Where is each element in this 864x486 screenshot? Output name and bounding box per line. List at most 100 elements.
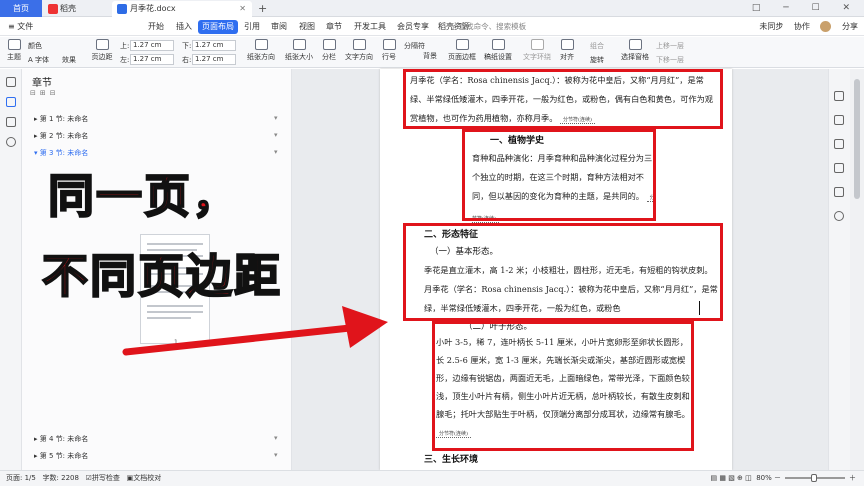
menu-file[interactable]: ≡ 文件	[4, 20, 37, 34]
highlight-box-section-3b	[432, 321, 694, 451]
command-search[interactable]: ⌕ 查找命令、搜索模板	[452, 21, 562, 33]
bookmark-icon[interactable]	[6, 117, 16, 127]
page-margin-button[interactable]: 页边距	[90, 39, 114, 62]
section-label: 第 4 节: 未命名	[39, 435, 89, 443]
chevron-down-icon[interactable]: ▾	[274, 114, 278, 122]
window-controls[interactable]: □ ─ ☐ ✕	[752, 0, 860, 17]
section-item-1[interactable]: ▸ 第 1 节: 未命名 ▾	[34, 114, 278, 124]
close-tab-icon[interactable]: ✕	[239, 1, 246, 16]
columns-button[interactable]: 分栏	[318, 39, 340, 62]
line-numbers-label: 行号	[382, 53, 396, 61]
text-direction-button[interactable]: 文字方向	[342, 39, 376, 62]
text-wrap-icon	[530, 39, 544, 50]
colors-button[interactable]: 颜色	[28, 41, 42, 51]
heading-habitat[interactable]: 三、生长环境	[424, 452, 478, 465]
location-icon[interactable]	[834, 211, 844, 221]
section-item-5[interactable]: ▸ 第 5 节: 未命名 ▾	[34, 451, 278, 461]
zoom-slider-handle[interactable]	[811, 474, 817, 482]
section-item-4[interactable]: ▸ 第 4 节: 未命名 ▾	[34, 434, 278, 444]
zoom-out-icon[interactable]: －	[774, 474, 781, 482]
right-tool-strip	[828, 69, 850, 470]
menu-review[interactable]: 审阅	[267, 20, 291, 34]
fonts-button[interactable]: A 字体	[28, 55, 49, 65]
draft-settings-label: 稿纸设置	[484, 53, 512, 61]
background-button[interactable]: 背景	[420, 51, 440, 61]
left-tool-strip	[0, 69, 22, 470]
page-indicator[interactable]: 页面: 1/5	[6, 474, 36, 482]
spell-check-toggle[interactable]: 拼写检查	[92, 474, 120, 482]
select-icon[interactable]	[834, 115, 844, 125]
menu-member[interactable]: 会员专享	[393, 20, 433, 34]
share-icon[interactable]	[834, 163, 844, 173]
collaborate-button[interactable]: 协作	[794, 22, 810, 31]
margin-top-input[interactable]: 1.27 cm	[130, 40, 174, 51]
menu-page-layout[interactable]: 页面布局	[198, 20, 238, 34]
theme-button[interactable]: 主题	[6, 39, 22, 62]
section-item-3[interactable]: ▾ 第 3 节: 未命名 ▾	[34, 148, 278, 158]
chevron-down-icon[interactable]: ▾	[274, 451, 278, 459]
select-pane-button[interactable]: 选择窗格	[618, 39, 652, 62]
draft-settings-icon	[491, 39, 505, 50]
paper-size-label: 纸张大小	[285, 53, 313, 61]
view-mode-icons[interactable]: ▤ ▦ ▧ ⊕ ◫	[711, 474, 752, 482]
zoom-level[interactable]: 80%	[756, 474, 772, 482]
outline-icon[interactable]	[6, 77, 16, 87]
margin-left-label: 左:	[120, 56, 130, 64]
tab-daoke[interactable]: 稻壳	[44, 1, 108, 17]
line-numbers-button[interactable]: 行号	[378, 39, 400, 62]
vertical-scrollbar[interactable]	[850, 69, 864, 470]
zoom-slider[interactable]	[785, 474, 845, 482]
page-border-button[interactable]: 页面边框	[446, 39, 478, 62]
sections-icon[interactable]	[6, 97, 16, 107]
menu-view[interactable]: 视图	[295, 20, 319, 34]
save-icon[interactable]	[834, 187, 844, 197]
panel-tools[interactable]: ⊟⊞⊟	[30, 89, 60, 97]
chevron-down-icon[interactable]: ▾	[274, 434, 278, 442]
tab-home[interactable]: 首页	[0, 0, 42, 17]
menu-references[interactable]: 引用	[240, 20, 264, 34]
sections-panel-title: 章节	[32, 78, 52, 89]
rotate-button[interactable]: 旋转	[590, 55, 604, 65]
style-icon[interactable]	[834, 91, 844, 101]
group-button[interactable]: 组合	[590, 41, 604, 51]
zoom-in-icon[interactable]: ＋	[849, 474, 856, 482]
align-button[interactable]: 对齐	[556, 39, 578, 62]
word-count[interactable]: 字数: 2208	[43, 474, 79, 482]
section-item-2[interactable]: ▸ 第 2 节: 未命名 ▾	[34, 131, 278, 141]
highlight-box-section-1	[403, 69, 723, 129]
scrollbar-thumb[interactable]	[854, 79, 860, 199]
new-tab-button[interactable]: +	[258, 0, 267, 17]
chevron-down-icon[interactable]: ▾	[274, 148, 278, 156]
avatar[interactable]	[820, 21, 832, 32]
background-label: 背景	[423, 52, 437, 60]
theme-label: 主题	[7, 53, 21, 61]
chevron-down-icon[interactable]: ▾	[274, 131, 278, 139]
margin-left-input[interactable]: 1.27 cm	[130, 54, 174, 65]
text-wrap-button[interactable]: 文字环绕	[520, 39, 554, 62]
settings-icon[interactable]	[834, 139, 844, 149]
bring-forward-button[interactable]: 上移一层	[656, 41, 684, 51]
margin-right-input[interactable]: 1.27 cm	[192, 54, 236, 65]
margin-bottom-input[interactable]: 1.27 cm	[192, 40, 236, 51]
orientation-button[interactable]: 纸张方向	[244, 39, 278, 62]
search-placeholder: 查找命令、搜索模板	[458, 22, 527, 31]
draft-settings-button[interactable]: 稿纸设置	[482, 39, 514, 62]
document-canvas[interactable]: 月季花（学名：Rosa chinensis Jacq.）：被称为花中皇后，又称“…	[292, 69, 828, 470]
menu-start[interactable]: 开始	[144, 20, 168, 34]
effects-button[interactable]: 效果	[62, 55, 76, 65]
find-icon[interactable]	[6, 137, 16, 147]
menu-sections[interactable]: 章节	[322, 20, 346, 34]
send-backward-button[interactable]: 下移一层	[656, 55, 684, 65]
status-bar: 页面: 1/5 字数: 2208 ☑拼写检查 ▣文档校对 ▤ ▦ ▧ ⊕ ◫ 8…	[0, 470, 864, 486]
columns-label: 分栏	[322, 53, 336, 61]
menu-developer[interactable]: 开发工具	[350, 20, 390, 34]
menu-insert[interactable]: 插入	[172, 20, 196, 34]
share-button[interactable]: 分享	[842, 22, 858, 31]
paper-size-button[interactable]: 纸张大小	[282, 39, 316, 62]
tab-document[interactable]: 月季花.docx ✕	[112, 1, 252, 17]
unsynced-button[interactable]: 未同步	[759, 22, 783, 31]
highlight-box-section-2	[462, 129, 656, 221]
theme-icon	[7, 39, 21, 50]
document-proofread[interactable]: 文档校对	[133, 474, 161, 482]
breaks-button[interactable]: 分隔符	[404, 41, 425, 51]
